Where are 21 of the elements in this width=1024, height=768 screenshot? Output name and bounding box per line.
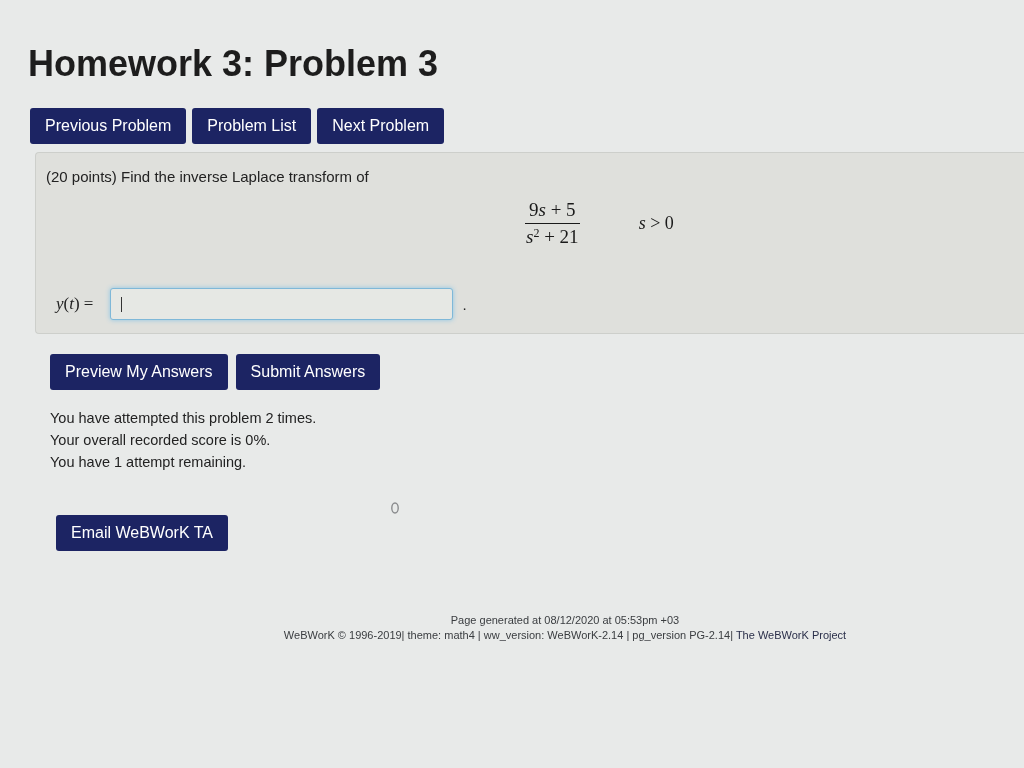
- attempt-message: You have 1 attempt remaining.: [50, 453, 247, 472]
- text-caret-icon: [121, 297, 123, 312]
- answer-field[interactable]: [110, 288, 454, 320]
- answer-label: y(t) =: [56, 293, 94, 316]
- page-generated-text: Page generated at 08/12/2020 at 05:53pm +03: [450, 613, 680, 628]
- attempt-message: Your overall recorded score is 0%.: [50, 431, 271, 450]
- nav-button[interactable]: Next Problem: [317, 108, 445, 144]
- page-title: Homework 3: Problem 3: [28, 44, 439, 84]
- action-button[interactable]: Submit Answers: [235, 354, 381, 390]
- email-ta-button[interactable]: Email WeBWorK TA: [56, 515, 228, 551]
- nav-button[interactable]: Problem List: [192, 108, 312, 144]
- fraction-expression: 9s + 5 s$^{2}$ + 21: [524, 199, 581, 248]
- condition-text: s > 0: [638, 212, 674, 235]
- attempt-message: You have attempted this problem 2 times.: [50, 409, 317, 428]
- period-text: .: [462, 296, 467, 312]
- problem-statement: (20 points) Find the inverse Laplace transform of: [46, 167, 369, 187]
- nav-button[interactable]: Previous Problem: [30, 108, 187, 144]
- action-button[interactable]: Preview My Answers: [50, 354, 228, 390]
- webwork-project-link[interactable]: The WeBWorK Project: [735, 629, 847, 641]
- footer-copyright-text: WeBWorK © 1996-2019| theme: math4 | ww_version: WeBWorK-2.14 | pg_version PG-2.14| The WeBWorK Project: [283, 628, 847, 643]
- cursor-ring-icon: [391, 502, 399, 514]
